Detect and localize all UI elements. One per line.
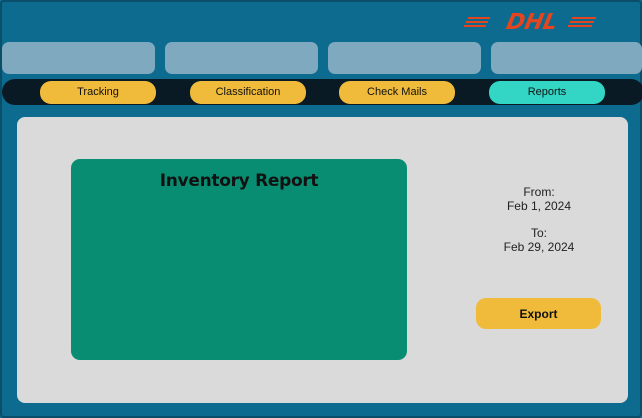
top-bar-slot-1[interactable] [2,42,155,74]
tab-classification[interactable]: Classification [190,81,306,104]
top-bar-slot-2[interactable] [165,42,318,74]
dhl-logo-icon: DHL [464,9,596,35]
app-window: DHL Tracking Classification Check Mails … [0,0,642,418]
report-title: Inventory Report [159,171,319,191]
top-bar [2,42,642,74]
content-panel: Inventory Report From: Feb 1, 2024 To: F… [17,117,628,403]
date-range: From: Feb 1, 2024 To: Feb 29, 2024 [479,185,599,254]
tab-tracking[interactable]: Tracking [40,81,156,104]
from-label: From: [523,185,555,199]
from-date: Feb 1, 2024 [506,199,572,213]
dhl-logo: DHL [464,8,598,36]
nav-bar: Tracking Classification Check Mails Repo… [2,79,642,105]
dhl-logo-text: DHL [504,9,560,35]
top-bar-slot-3[interactable] [328,42,481,74]
tab-reports[interactable]: Reports [489,81,605,104]
top-bar-slot-4[interactable] [491,42,642,74]
to-date: Feb 29, 2024 [503,240,575,254]
tab-check-mails[interactable]: Check Mails [339,81,455,104]
to-label: To: [530,226,547,240]
export-button[interactable]: Export [476,298,601,329]
report-card: Inventory Report [71,159,407,360]
